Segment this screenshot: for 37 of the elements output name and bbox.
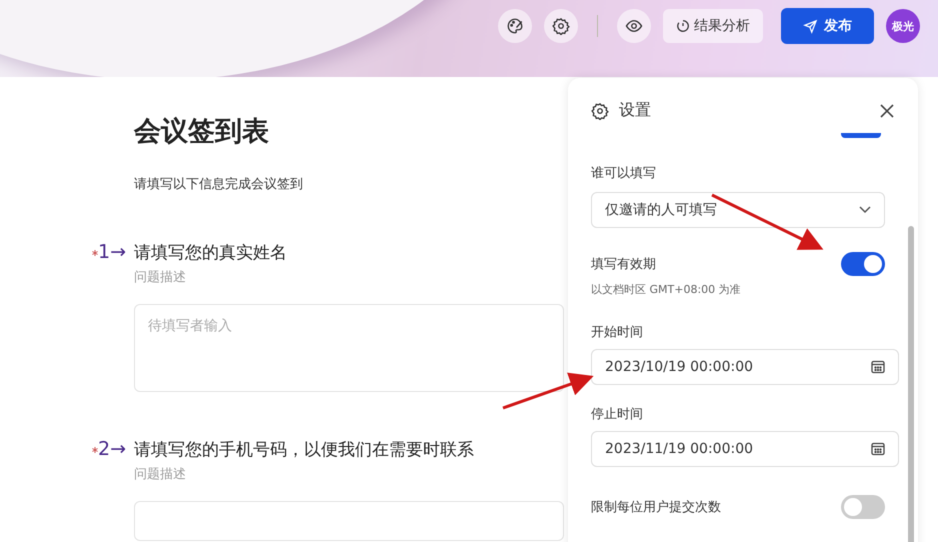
end-time-field[interactable]: 2023/11/19 00:00:00 xyxy=(591,431,899,467)
calendar-icon xyxy=(871,442,885,456)
question-description: 问题描述 xyxy=(134,269,187,286)
scrollbar[interactable] xyxy=(908,226,914,542)
form-description: 请填写以下信息完成会议签到 xyxy=(134,176,304,193)
answer-field[interactable] xyxy=(134,501,564,541)
settings-icon[interactable] xyxy=(544,9,578,43)
form-title: 会议签到表 xyxy=(134,115,270,149)
question-number: 1→ xyxy=(98,241,128,263)
palette-icon[interactable] xyxy=(498,9,532,43)
question-title: 请填写您的真实姓名 xyxy=(134,242,287,264)
publish-button[interactable]: 发布 xyxy=(781,8,874,44)
close-icon[interactable] xyxy=(880,104,894,118)
start-time-field[interactable]: 2023/10/19 00:00:00 xyxy=(591,349,899,385)
question-number: 2→ xyxy=(98,438,128,460)
toggle-switch[interactable] xyxy=(841,133,881,138)
answer-field[interactable]: 待填写者输入 xyxy=(134,304,564,392)
question-description: 问题描述 xyxy=(134,466,187,483)
user-avatar[interactable]: 极光 xyxy=(886,9,920,43)
send-icon xyxy=(803,18,818,34)
chevron-down-icon xyxy=(859,206,871,214)
field-label: 停止时间 xyxy=(591,406,644,423)
calendar-icon xyxy=(871,360,885,374)
question-title: 请填写您的手机号码，以便我们在需要时联系 xyxy=(134,439,474,461)
toggle-switch[interactable] xyxy=(841,252,885,276)
permission-dropdown[interactable]: 仅邀请的人可填写 xyxy=(591,192,885,228)
preview-eye-icon[interactable] xyxy=(617,9,651,43)
settings-icon xyxy=(591,102,609,120)
toggle-switch[interactable] xyxy=(841,495,885,519)
timezone-note: 以文档时区 GMT+08:00 为准 xyxy=(591,282,742,297)
field-label: 谁可以填写 xyxy=(591,165,657,182)
timer-icon xyxy=(676,19,690,33)
setting-label: 填写有效期 xyxy=(591,256,656,273)
result-analysis-button[interactable]: 结果分析 xyxy=(663,9,763,43)
field-label: 开始时间 xyxy=(591,324,644,341)
setting-label: 限制每位用户提交次数 xyxy=(591,499,721,516)
panel-title: 设置 xyxy=(619,100,652,121)
